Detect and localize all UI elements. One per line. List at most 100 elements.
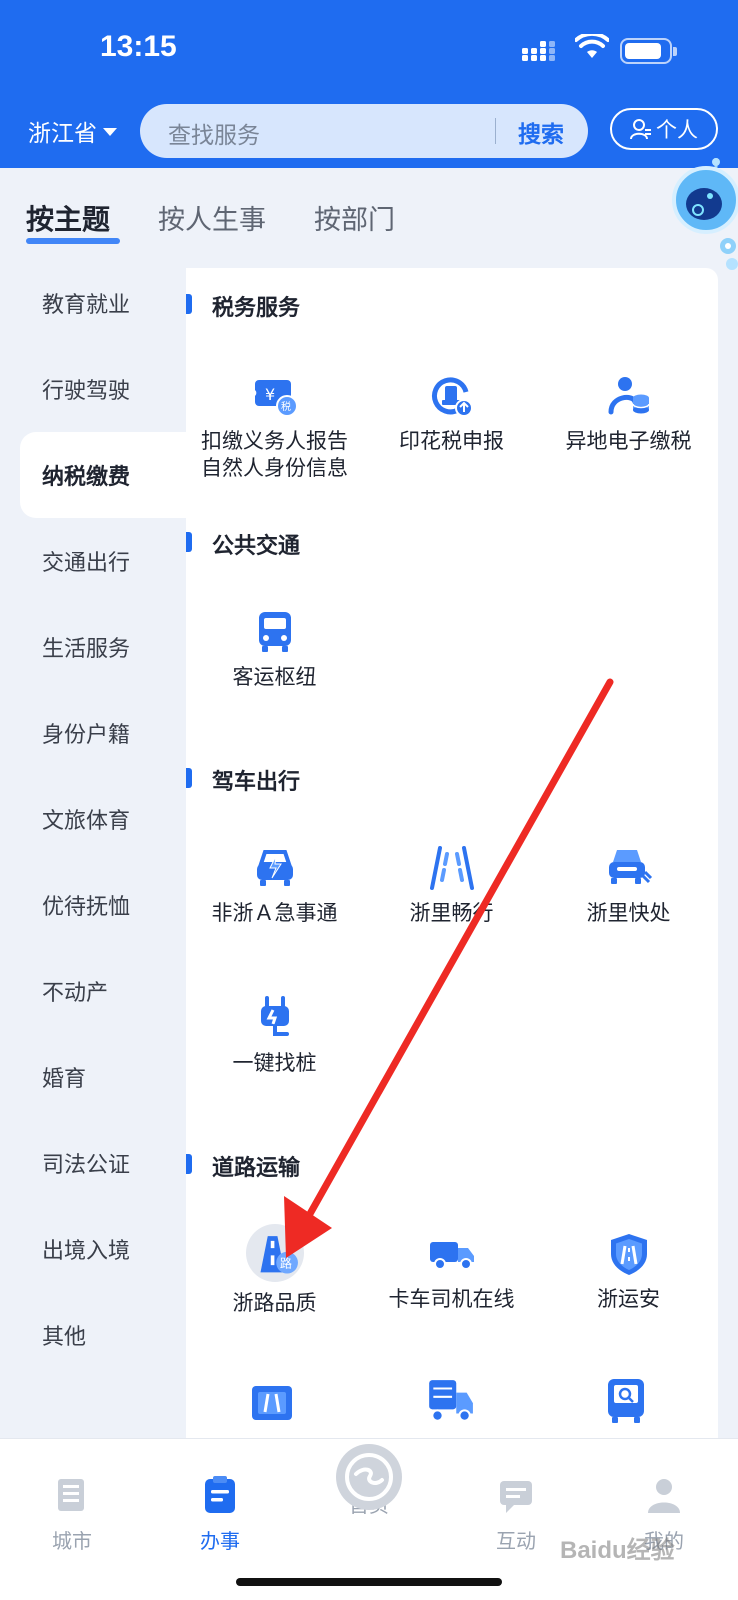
- search-input[interactable]: 查找服务: [168, 116, 260, 150]
- service-withholding-report[interactable]: ¥ 税 扣缴义务人报告 自然人身份信息: [186, 372, 363, 482]
- sidebar-item-label: 出境入境: [42, 1239, 131, 1264]
- robot-assistant-icon[interactable]: [666, 158, 738, 278]
- personal-label: 个人: [656, 118, 698, 142]
- sidebar-item-label: 纳税缴费: [42, 465, 131, 490]
- user-switch-icon: [630, 119, 651, 140]
- bus-icon: [258, 612, 291, 652]
- tab-by-theme[interactable]: 按主题: [26, 198, 120, 248]
- bus-search-icon[interactable]: [602, 1376, 650, 1426]
- service-label: 异地电子缴税: [565, 429, 692, 453]
- sidebar-item-immigration[interactable]: 出境入境: [0, 1206, 186, 1292]
- active-tab-underline: [26, 238, 120, 244]
- sidebar-item-transport[interactable]: 交通出行: [0, 518, 186, 604]
- freight-truck-icon[interactable]: [425, 1376, 475, 1426]
- section-title-tax: 税务服务: [212, 296, 301, 321]
- sidebar-item-marriage[interactable]: 婚育: [0, 1034, 186, 1120]
- tab-by-life-event[interactable]: 按人生事: [158, 198, 266, 248]
- service-truck-driver-online[interactable]: 卡车司机在线: [363, 1230, 540, 1313]
- personal-button[interactable]: 个人: [610, 108, 718, 150]
- tab-label: 按人生事: [158, 205, 267, 236]
- svg-text:¥: ¥: [265, 385, 275, 404]
- search-bar[interactable]: 查找服务 搜索: [140, 104, 588, 158]
- chevron-down-icon: [103, 128, 117, 136]
- service-label: 浙里畅行: [409, 901, 494, 925]
- wifi-icon: [575, 34, 609, 58]
- nav-affairs[interactable]: 办事: [170, 1475, 270, 1554]
- sidebar-item-other[interactable]: 其他: [0, 1292, 186, 1378]
- road-lanes-icon: [429, 846, 474, 890]
- sidebar-item-label: 生活服务: [42, 637, 131, 662]
- service-road-quality[interactable]: 路 浙路品质: [186, 1224, 363, 1317]
- sidebar-item-label: 文旅体育: [42, 809, 131, 834]
- sidebar-item-judicial[interactable]: 司法公证: [0, 1120, 186, 1206]
- sidebar-item-label: 优待抚恤: [42, 895, 131, 920]
- city-icon: [58, 1479, 84, 1511]
- sidebar-item-culture-sports[interactable]: 文旅体育: [0, 776, 186, 862]
- section-title-road-transport: 道路运输: [212, 1156, 301, 1181]
- search-divider: [495, 118, 496, 144]
- section-marker: [186, 768, 192, 788]
- home-logo-icon[interactable]: [336, 1444, 402, 1510]
- service-label: 浙路品质: [232, 1291, 317, 1315]
- service-find-charging-pile[interactable]: 一键找桩: [186, 994, 363, 1077]
- tab-by-department[interactable]: 按部门: [314, 198, 395, 248]
- service-label: 扣缴义务人报告: [201, 429, 348, 453]
- sidebar-item-preferential[interactable]: 优待抚恤: [0, 862, 186, 948]
- section-marker: [186, 294, 192, 314]
- shield-road-icon: [610, 1234, 647, 1275]
- sidebar-item-life-services[interactable]: 生活服务: [0, 604, 186, 690]
- sidebar-item-label: 不动产: [42, 981, 109, 1006]
- service-quick-handling[interactable]: 浙里快处: [540, 844, 717, 927]
- sidebar-item-real-estate[interactable]: 不动产: [0, 948, 186, 1034]
- sidebar-item-tax[interactable]: 纳税缴费: [20, 432, 186, 518]
- service-zhe-yun-an[interactable]: 浙运安: [540, 1230, 717, 1313]
- services-panel: 税务服务 ¥ 税 扣缴义务人报告 自然人身份信息 印花税申报 异地电子缴税 公共…: [186, 268, 718, 1438]
- chat-icon: [500, 1481, 532, 1513]
- service-label: 一键找桩: [232, 1051, 317, 1075]
- nav-label: 办事: [200, 1529, 240, 1553]
- tax-ticket-icon: ¥ 税: [254, 380, 298, 417]
- book-road-icon[interactable]: [248, 1380, 296, 1428]
- service-non-zhejiang-a-urgent[interactable]: 非浙Ａ急事通: [186, 844, 363, 927]
- nav-interaction[interactable]: 互动: [466, 1475, 566, 1554]
- province-selector[interactable]: 浙江省: [28, 114, 117, 148]
- category-tabs: 按主题 按人生事 按部门: [26, 198, 443, 248]
- section-marker: [186, 1154, 192, 1174]
- sidebar-item-label: 交通出行: [42, 551, 131, 576]
- car-accident-icon: [608, 850, 652, 884]
- search-button[interactable]: 搜索: [518, 115, 564, 149]
- service-label: 印花税申报: [399, 429, 504, 453]
- cellular-signal-icon: [522, 41, 555, 61]
- app-header: 13:15 浙江省 查找服务 搜索 个人: [0, 0, 738, 168]
- baidu-watermark: Baidu经验: [560, 1537, 675, 1564]
- section-marker: [186, 532, 192, 552]
- theme-sidebar: 教育就业 行驶驾驶 纳税缴费 交通出行 生活服务 身份户籍 文旅体育 优待抚恤 …: [0, 260, 186, 1378]
- service-label: 浙里快处: [586, 901, 671, 925]
- home-logo-mark: [345, 1453, 393, 1501]
- car-lightning-icon: [256, 850, 293, 886]
- nav-city[interactable]: 城市: [22, 1475, 122, 1554]
- sidebar-item-label: 司法公证: [42, 1153, 131, 1178]
- sidebar-item-education[interactable]: 教育就业: [0, 260, 186, 346]
- status-time: 13:15: [100, 30, 177, 63]
- section-title-driving: 驾车出行: [212, 770, 301, 795]
- svg-text:路: 路: [279, 1256, 291, 1271]
- svg-text:税: 税: [281, 400, 291, 413]
- service-smooth-travel[interactable]: 浙里畅行: [363, 844, 540, 927]
- service-remote-tax-payment[interactable]: 异地电子缴税: [540, 372, 717, 455]
- sidebar-item-driving[interactable]: 行驶驾驶: [0, 346, 186, 432]
- charging-plug-icon: [260, 996, 289, 1036]
- tab-label: 按主题: [26, 203, 111, 236]
- sidebar-item-household[interactable]: 身份户籍: [0, 690, 186, 776]
- service-label: 浙运安: [597, 1287, 660, 1311]
- home-indicator: [236, 1578, 502, 1586]
- truck-icon: [429, 1242, 474, 1270]
- sidebar-item-label: 身份户籍: [42, 723, 131, 748]
- tab-label: 按部门: [314, 205, 396, 236]
- sidebar-item-label: 行驶驾驶: [42, 379, 131, 404]
- service-stamp-tax[interactable]: 印花税申报: [363, 372, 540, 455]
- stamp-tax-icon: [431, 377, 473, 417]
- sidebar-item-label: 婚育: [42, 1067, 87, 1092]
- province-label: 浙江省: [28, 121, 97, 147]
- service-passenger-hub[interactable]: 客运枢纽: [186, 608, 363, 691]
